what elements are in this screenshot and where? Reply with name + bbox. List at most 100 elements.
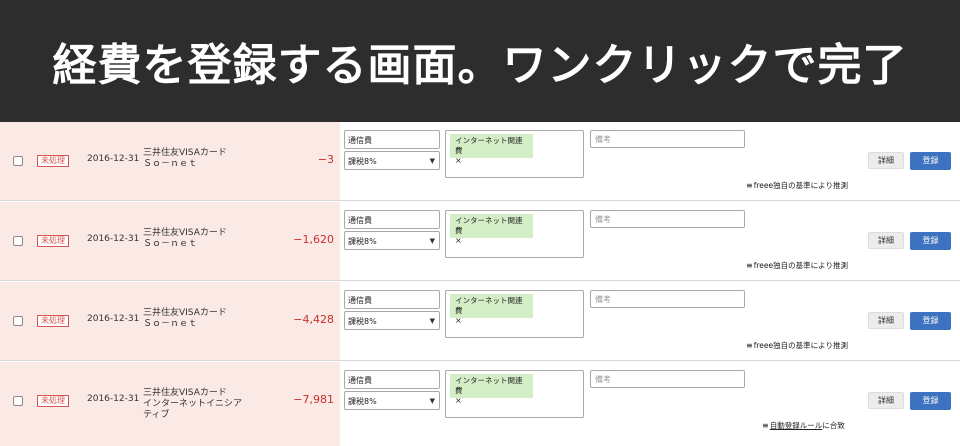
transaction-date: 2016-12-31: [87, 314, 140, 324]
status-badge: 未処理: [37, 395, 69, 407]
tag-remove-icon[interactable]: ×: [455, 156, 528, 166]
guess-hint: ≡freee独自の基準により推測: [746, 180, 848, 191]
detail-button[interactable]: 詳細: [868, 152, 904, 169]
list-check-icon: ≡: [746, 181, 753, 190]
register-button[interactable]: 登録: [910, 232, 951, 250]
tax-value: 課税8%: [348, 397, 377, 406]
account-item-select[interactable]: 通信費: [344, 370, 440, 389]
tag-input[interactable]: インターネット関連費 ×: [445, 130, 584, 178]
chevron-down-icon: ▼: [429, 397, 435, 405]
auto-rule-link[interactable]: 自動登録ルール: [770, 421, 823, 430]
tag-label: インターネット関連費: [455, 216, 523, 235]
transaction-info: 未処理 2016-12-31 三井住友VISAカード Ｓｏ－ｎｅｔ −1,620: [0, 202, 340, 280]
tag-input[interactable]: インターネット関連費 ×: [445, 210, 584, 258]
transaction-row: 未処理 2016-12-31 三井住友VISAカード Ｓｏ－ｎｅｔ −4,428…: [0, 282, 960, 361]
account-item-select[interactable]: 通信費: [344, 210, 440, 229]
guess-hint: ≡freee独自の基準により推測: [746, 340, 848, 351]
account-name: 三井住友VISAカード: [143, 148, 227, 158]
tag-input[interactable]: インターネット関連費 ×: [445, 370, 584, 418]
transaction-amount: −3: [317, 153, 334, 166]
account-item-value: 通信費: [348, 376, 372, 385]
transaction-list: 未処理 2016-12-31 三井住友VISAカード Ｓｏ－ｎｅｔ −3 通信費…: [0, 122, 960, 446]
hint-text: に合致: [822, 421, 845, 430]
transaction-info: 未処理 2016-12-31 三井住友VISAカード Ｓｏ－ｎｅｔ −4,428: [0, 282, 340, 360]
payee-name: インターネットイニシア: [143, 399, 243, 409]
transaction-date: 2016-12-31: [87, 234, 140, 244]
payee-name: Ｓｏ－ｎｅｔ: [143, 159, 198, 169]
memo-input[interactable]: 備考: [590, 210, 745, 228]
account-item-value: 通信費: [348, 216, 372, 225]
tax-value: 課税8%: [348, 157, 377, 166]
status-badge: 未処理: [37, 235, 69, 247]
account-item-select[interactable]: 通信費: [344, 290, 440, 309]
memo-input[interactable]: 備考: [590, 370, 745, 388]
tag-chip: インターネット関連費 ×: [450, 294, 533, 325]
hint-text: freee独自の基準により推測: [753, 181, 848, 190]
tag-remove-icon[interactable]: ×: [455, 316, 528, 326]
header-banner: 経費を登録する画面。ワンクリックで完了: [0, 0, 960, 122]
payee-name-cont: ティブ: [143, 410, 170, 420]
row-checkbox[interactable]: [13, 396, 23, 406]
list-check-icon: ≡: [746, 261, 753, 270]
list-check-icon: ≡: [746, 341, 753, 350]
row-checkbox[interactable]: [13, 236, 23, 246]
register-button[interactable]: 登録: [910, 152, 951, 170]
tag-remove-icon[interactable]: ×: [455, 236, 528, 246]
transaction-row: 未処理 2016-12-31 三井住友VISAカード Ｓｏ－ｎｅｔ −1,620…: [0, 202, 960, 281]
transaction-info: 未処理 2016-12-31 三井住友VISAカード Ｓｏ－ｎｅｔ −3: [0, 122, 340, 200]
tax-value: 課税8%: [348, 317, 377, 326]
tax-value: 課税8%: [348, 237, 377, 246]
hint-text: freee独自の基準により推測: [753, 341, 848, 350]
account-description: 三井住友VISAカード Ｓｏ－ｎｅｔ: [143, 308, 227, 330]
account-item-select[interactable]: 通信費: [344, 130, 440, 149]
tag-label: インターネット関連費: [455, 376, 523, 395]
account-description: 三井住友VISAカード Ｓｏ－ｎｅｔ: [143, 148, 227, 170]
rule-hint: ≡自動登録ルールに合致: [762, 420, 845, 431]
transaction-row: 未処理 2016-12-31 三井住友VISAカード Ｓｏ－ｎｅｔ −3 通信費…: [0, 122, 960, 201]
tag-chip: インターネット関連費 ×: [450, 374, 533, 405]
account-name: 三井住友VISAカード: [143, 308, 227, 318]
tax-select[interactable]: 課税8% ▼: [344, 151, 440, 170]
transaction-date: 2016-12-31: [87, 154, 140, 164]
payee-name: Ｓｏ－ｎｅｔ: [143, 319, 198, 329]
banner-title: 経費を登録する画面。ワンクリックで完了: [52, 40, 908, 91]
transaction-row: 未処理 2016-12-31 三井住友VISAカード インターネットイニシア テ…: [0, 362, 960, 446]
tax-select[interactable]: 課税8% ▼: [344, 391, 440, 410]
hint-text: freee独自の基準により推測: [753, 261, 848, 270]
transaction-amount: −4,428: [293, 313, 334, 326]
chevron-down-icon: ▼: [429, 237, 435, 245]
chevron-down-icon: ▼: [429, 317, 435, 325]
tag-input[interactable]: インターネット関連費 ×: [445, 290, 584, 338]
tax-select[interactable]: 課税8% ▼: [344, 231, 440, 250]
chevron-down-icon: ▼: [429, 157, 435, 165]
memo-input[interactable]: 備考: [590, 290, 745, 308]
status-badge: 未処理: [37, 155, 69, 167]
tag-chip: インターネット関連費 ×: [450, 214, 533, 245]
detail-button[interactable]: 詳細: [868, 392, 904, 409]
tag-remove-icon[interactable]: ×: [455, 396, 528, 406]
guess-hint: ≡freee独自の基準により推測: [746, 260, 848, 271]
detail-button[interactable]: 詳細: [868, 232, 904, 249]
account-name: 三井住友VISAカード: [143, 388, 227, 398]
memo-input[interactable]: 備考: [590, 130, 745, 148]
tax-select[interactable]: 課税8% ▼: [344, 311, 440, 330]
tag-label: インターネット関連費: [455, 136, 523, 155]
list-check-icon: ≡: [762, 421, 769, 430]
transaction-info: 未処理 2016-12-31 三井住友VISAカード インターネットイニシア テ…: [0, 362, 340, 446]
account-name: 三井住友VISAカード: [143, 228, 227, 238]
transaction-date: 2016-12-31: [87, 394, 140, 404]
transaction-amount: −7,981: [293, 393, 334, 406]
account-item-value: 通信費: [348, 296, 372, 305]
detail-button[interactable]: 詳細: [868, 312, 904, 329]
transaction-amount: −1,620: [293, 233, 334, 246]
account-description: 三井住友VISAカード Ｓｏ－ｎｅｔ: [143, 228, 227, 250]
row-checkbox[interactable]: [13, 156, 23, 166]
account-description: 三井住友VISAカード インターネットイニシア ティブ: [143, 388, 242, 421]
tag-label: インターネット関連費: [455, 296, 523, 315]
account-item-value: 通信費: [348, 136, 372, 145]
status-badge: 未処理: [37, 315, 69, 327]
row-checkbox[interactable]: [13, 316, 23, 326]
payee-name: Ｓｏ－ｎｅｔ: [143, 239, 198, 249]
register-button[interactable]: 登録: [910, 392, 951, 410]
register-button[interactable]: 登録: [910, 312, 951, 330]
